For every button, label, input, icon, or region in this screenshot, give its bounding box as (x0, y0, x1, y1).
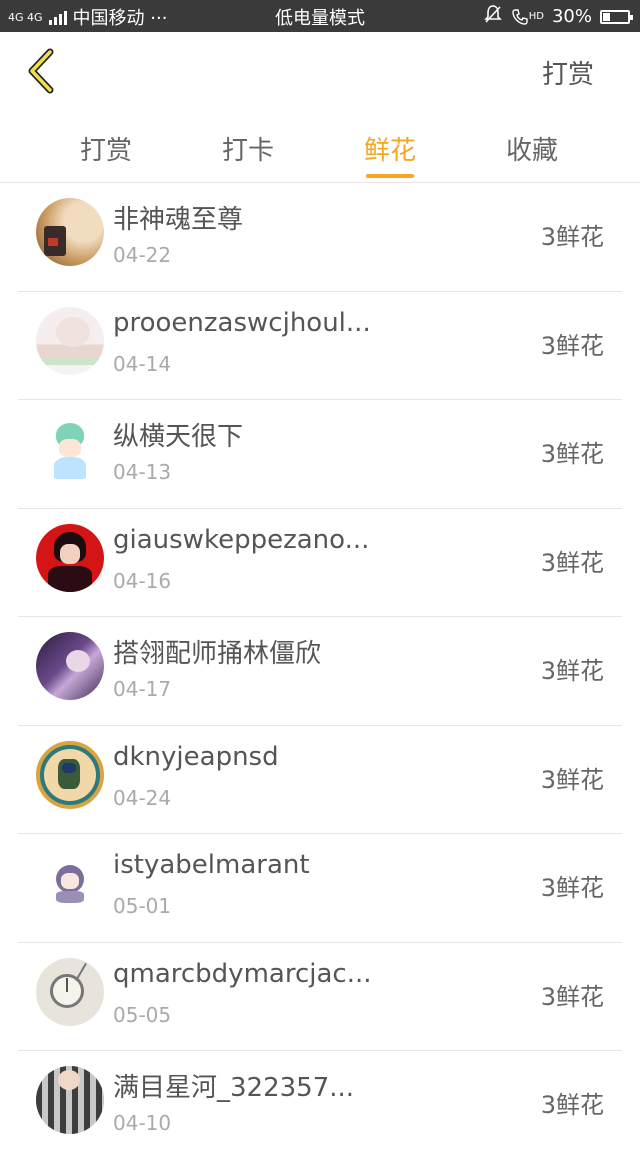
list-item[interactable]: 纵横天很下 04-13 3鲜花 (18, 400, 622, 509)
gift-date: 04-22 (113, 243, 172, 267)
avatar (36, 740, 104, 809)
user-name: 满目星河_322357... (113, 1073, 355, 1103)
avatar (36, 957, 104, 1026)
list-item[interactable]: istyabelmarant 05-01 3鲜花 (18, 834, 622, 943)
gift-amount: 3鲜花 (540, 223, 604, 251)
user-name: giauswkeppezano... (113, 524, 370, 555)
user-name: 纵横天很下 (113, 422, 244, 452)
user-name: 搭翎配师捅林僵欣 (113, 639, 322, 669)
avatar (36, 632, 104, 700)
list-item[interactable]: prooenzaswcjhoul... 04-14 3鲜花 (18, 292, 622, 400)
battery-icon (600, 9, 633, 24)
user-name: qmarcbdymarcjac... (113, 958, 372, 989)
avatar (36, 849, 104, 917)
battery-fill (603, 12, 610, 21)
tab-label: 鲜花 (363, 136, 416, 166)
back-button[interactable] (22, 46, 66, 96)
gift-date: 04-10 (113, 1111, 172, 1135)
tab-label: 打赏 (79, 136, 132, 166)
gift-amount: 3鲜花 (540, 1091, 604, 1119)
list-item[interactable]: qmarcbdymarcjac... 05-05 3鲜花 (18, 943, 622, 1051)
list-item[interactable]: dknyjeapnsd 04-24 3鲜花 (18, 726, 622, 834)
gift-amount: 3鲜花 (540, 765, 604, 794)
list-item[interactable]: giauswkeppezano... 04-16 3鲜花 (18, 509, 622, 617)
gift-amount: 3鲜花 (540, 982, 604, 1011)
mute-bell-icon (483, 4, 503, 29)
tab-favorites[interactable]: 收藏 (482, 130, 582, 167)
gift-amount: 3鲜花 (540, 440, 604, 468)
chevron-left-icon (28, 48, 54, 94)
tab-checkin[interactable]: 打卡 (198, 130, 298, 167)
gift-date: 05-05 (113, 1002, 172, 1027)
hd-label: HD (528, 11, 544, 22)
status-bar: 4G 4G 中国移动 ··· 低电量模式 HD 30% (0, 0, 640, 32)
header: 打赏 (0, 32, 640, 108)
gift-amount: 3鲜花 (540, 331, 604, 360)
reward-action-button[interactable]: 打赏 (542, 54, 594, 91)
active-tab-indicator (366, 174, 414, 178)
avatar (36, 306, 104, 375)
tab-reward[interactable]: 打赏 (56, 130, 156, 167)
user-name: 非神魂至尊 (113, 205, 244, 235)
tab-flowers[interactable]: 鲜花 (340, 130, 440, 178)
avatar (36, 198, 104, 266)
tab-label: 收藏 (505, 136, 558, 166)
avatar (36, 1066, 104, 1134)
gift-date: 05-01 (113, 894, 172, 918)
gift-date: 04-13 (113, 460, 172, 484)
list-item[interactable]: 搭翎配师捅林僵欣 04-17 3鲜花 (18, 617, 622, 726)
hd-call-icon: HD (511, 8, 544, 26)
user-name: prooenzaswcjhoul... (113, 307, 371, 338)
user-name: istyabelmarant (113, 850, 310, 880)
gift-date: 04-16 (113, 568, 172, 593)
gift-date: 04-14 (113, 351, 172, 376)
gift-amount: 3鲜花 (540, 874, 604, 902)
list-item[interactable]: 满目星河_322357... 04-10 3鲜花 (18, 1051, 622, 1159)
avatar (36, 523, 104, 592)
status-right: HD 30% (483, 4, 633, 29)
gift-amount: 3鲜花 (540, 657, 604, 685)
battery-percent: 30% (551, 6, 592, 27)
list-item[interactable]: 非神魂至尊 04-22 3鲜花 (18, 183, 622, 292)
tab-bar: 打赏 打卡 鲜花 收藏 (0, 112, 640, 183)
tab-label: 打卡 (221, 136, 274, 166)
avatar (36, 415, 104, 483)
gift-date: 04-24 (113, 785, 172, 810)
user-name: dknyjeapnsd (113, 741, 279, 772)
flower-gift-list: 非神魂至尊 04-22 3鲜花 prooenzaswcjhoul... 04-1… (18, 183, 622, 1159)
gift-amount: 3鲜花 (540, 548, 604, 577)
gift-date: 04-17 (113, 677, 172, 701)
